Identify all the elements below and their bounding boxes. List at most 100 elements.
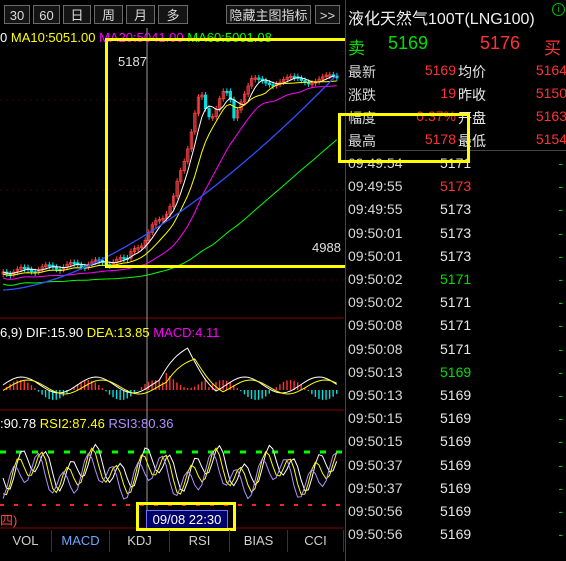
tick-time: 09:50:13	[348, 387, 403, 403]
tick-time: 09:50:13	[348, 363, 403, 380]
tick-price: 5171	[440, 317, 472, 334]
candle-body	[54, 266, 59, 270]
tick-price: 5171	[440, 271, 472, 287]
instrument-title: 液化天然气100T(LNG100)	[348, 11, 535, 28]
tick-row: 09:50:08 5171 -	[346, 317, 566, 340]
tick-row: 09:50:02 5171 -	[346, 271, 566, 294]
tick-marker: -	[558, 178, 563, 195]
tick-row: 09:50:37 5169 -	[346, 457, 566, 480]
tick-row: 09:49:55 5173 -	[346, 201, 566, 224]
tick-price: 5173	[440, 201, 472, 218]
ma-legend-item: 0	[0, 30, 8, 45]
tick-marker: -	[558, 363, 563, 380]
tick-time: 09:50:02	[348, 294, 403, 311]
tick-time: 09:50:56	[348, 503, 403, 519]
tick-price: 5169	[440, 526, 472, 543]
tick-marker: -	[558, 247, 563, 264]
stat-label: 均价	[458, 64, 486, 80]
tick-time: 09:50:15	[348, 410, 403, 427]
tick-price: 5169	[440, 387, 472, 403]
tick-price: 5169	[440, 503, 472, 519]
tab-macd[interactable]: MACD	[52, 530, 110, 552]
tick-row: 09:50:01 5173 -	[346, 248, 566, 271]
rsi3-label: RSI3:80.36	[108, 416, 174, 431]
macd-params: 6,9)	[0, 325, 23, 340]
tick-price: 5169	[440, 433, 472, 450]
tick-row: 09:50:56 5169 -	[346, 503, 566, 526]
stat-value: 5154	[535, 131, 566, 147]
stat-label: 最新	[348, 64, 376, 80]
tick-row: 09:50:13 5169 -	[346, 364, 566, 387]
quote-panel: 液化天然气100T(LNG100) i 卖 5169 5176 买 最新 5169…	[338, 0, 566, 561]
tick-row: 09:50:02 5171 -	[346, 294, 566, 317]
tick-marker: -	[558, 340, 563, 357]
bid-price: 5176	[480, 33, 521, 53]
tick-marker: -	[558, 271, 563, 287]
tick-price: 5173	[440, 224, 472, 241]
tick-marker: -	[558, 456, 563, 473]
tick-marker: -	[558, 294, 563, 311]
info-icon[interactable]: i	[552, 3, 565, 16]
rsi-legend: :90.78 RSI2:87.46 RSI3:80.36	[0, 416, 174, 431]
stat-label: 昨收	[458, 87, 486, 103]
tick-price: 5173	[440, 247, 472, 264]
tick-marker: -	[558, 224, 563, 241]
tick-time: 09:50:37	[348, 456, 403, 473]
rsi2-label: RSI2:87.46	[39, 416, 105, 431]
tick-marker: -	[558, 526, 563, 543]
tick-row: 09:50:01 5173 -	[346, 225, 566, 248]
tick-price: 5169	[440, 456, 472, 473]
tick-marker: -	[558, 479, 563, 496]
tab-kdj[interactable]: KDJ	[110, 530, 170, 552]
stat-value: 19	[440, 85, 456, 101]
candle-body	[72, 261, 76, 265]
macd-legend: 6,9) DIF:15.90 DEA:13.85 MACD:4.11	[0, 325, 219, 340]
bid-label: 买	[544, 39, 561, 58]
tick-time: 09:49:55	[348, 178, 403, 195]
tick-time: 09:50:01	[348, 247, 403, 264]
tick-marker: -	[558, 503, 563, 519]
candle-body	[22, 266, 27, 270]
tab-rsi[interactable]: RSI	[170, 530, 230, 552]
tick-price: 5169	[440, 363, 472, 380]
stat-label: 涨跌	[348, 87, 376, 103]
tab-bias[interactable]: BIAS	[230, 530, 288, 552]
quote-row: 最新 5169 均价 5164	[346, 62, 566, 84]
tick-time: 09:50:08	[348, 317, 403, 334]
tick-marker: -	[558, 387, 563, 403]
stat-value: 5150	[535, 85, 566, 101]
tick-row: 09:49:55 5173 -	[346, 178, 566, 201]
tick-time: 09:50:37	[348, 479, 403, 496]
macd-label: MACD:4.11	[153, 325, 220, 340]
quote-row: 涨跌 19 昨收 5150	[346, 85, 566, 107]
tick-time: 09:50:15	[348, 433, 403, 450]
tick-time: 09:50:02	[348, 271, 403, 287]
tick-time: 09:50:56	[348, 526, 403, 543]
weekday-label: 四)	[0, 513, 18, 528]
stat-value: 5164	[535, 62, 566, 78]
tick-marker: -	[558, 317, 563, 334]
tick-row: 09:50:08 5171 -	[346, 341, 566, 364]
tick-row: 09:50:15 5169 -	[346, 410, 566, 433]
candle-body	[29, 269, 34, 272]
tick-marker: -	[558, 410, 563, 427]
candle-body	[47, 264, 51, 267]
stat-value: 5169	[424, 62, 456, 78]
dif-label: DIF:15.90	[26, 325, 84, 340]
tick-price: 5171	[440, 340, 472, 357]
tab-cci[interactable]: CCI	[288, 530, 344, 552]
stat-value: 5163	[535, 108, 566, 124]
tick-price: 5169	[440, 410, 472, 427]
dea-label: DEA:13.85	[86, 325, 150, 340]
tick-marker: -	[558, 201, 563, 218]
ask-price: 5169	[388, 33, 429, 53]
tick-time: 09:50:08	[348, 340, 403, 357]
tick-marker: -	[558, 433, 563, 450]
tab-vol[interactable]: VOL	[0, 530, 52, 552]
tick-row: 09:50:13 5169 -	[346, 387, 566, 410]
tick-price: 5169	[440, 479, 472, 496]
candle-body	[79, 264, 83, 268]
tick-time: 09:50:01	[348, 224, 403, 241]
tick-time: 09:49:55	[348, 201, 403, 218]
rsi1-label: :90.78	[0, 416, 37, 431]
